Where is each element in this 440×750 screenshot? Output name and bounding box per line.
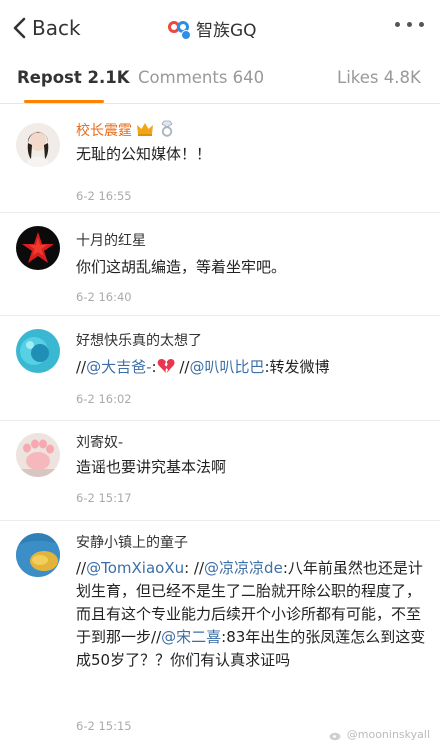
broken-heart-icon — [157, 358, 175, 381]
weibo-logo-icon — [329, 732, 341, 740]
user-name[interactable]: 刘寄奴- — [76, 432, 123, 452]
chevron-left-icon — [13, 17, 26, 39]
list-item[interactable]: 校长震霆 无耻的公知媒体！！ 6-2 16:55 — [0, 105, 440, 213]
list-item[interactable]: 安静小镇上的童子 //@TomXiaoXu: //@凉凉凉de:八年前虽然也还是… — [0, 521, 440, 750]
tab-bar: Repost 2.1K Comments 640 Likes 4.8K — [0, 56, 440, 104]
mention-link[interactable]: @TomXiaoXu — [86, 559, 184, 577]
watermark: @mooninskyall — [329, 728, 430, 741]
avatar[interactable] — [16, 226, 60, 270]
avatar[interactable] — [16, 433, 60, 477]
more-options-icon[interactable] — [395, 22, 424, 27]
tab-repost[interactable]: Repost 2.1K — [17, 68, 130, 87]
list-item[interactable]: 刘寄奴- 造谣也要讲究基本法啊 6-2 15:17 — [0, 421, 440, 521]
tab-comments[interactable]: Comments 640 — [138, 68, 264, 87]
mention-link[interactable]: @凉凉凉de — [204, 559, 283, 577]
gq-logo-icon — [168, 17, 191, 40]
avatar[interactable] — [16, 329, 60, 373]
user-name[interactable]: 安静小镇上的童子 — [76, 532, 188, 552]
repost-text: 造谣也要讲究基本法啊 — [76, 458, 227, 476]
mention-link[interactable]: @叭叭比巴 — [189, 358, 264, 376]
timestamp: 6-2 15:17 — [76, 491, 132, 505]
back-button[interactable]: Back — [12, 12, 81, 44]
user-name[interactable]: 十月的红星 — [76, 230, 146, 250]
timestamp: 6-2 16:55 — [76, 189, 132, 203]
repost-text: 你们这胡乱编造，等着坐牢吧。 — [76, 258, 287, 276]
top-bar: Back 智族GQ — [0, 0, 440, 56]
user-name[interactable]: 好想快乐真的太想了 — [76, 330, 202, 350]
timestamp: 6-2 16:40 — [76, 290, 132, 304]
crown-icon — [136, 121, 154, 141]
repost-text: 无耻的公知媒体！！ — [76, 145, 212, 163]
account-title[interactable]: 智族GQ — [168, 14, 257, 42]
timestamp: 6-2 16:02 — [76, 392, 132, 406]
mention-link[interactable]: @大吉爸- — [86, 358, 151, 376]
avatar[interactable] — [16, 123, 60, 167]
repost-text: //@大吉爸-: //@叭叭比巴:转发微博 — [76, 356, 426, 381]
tab-likes[interactable]: Likes 4.8K — [337, 68, 421, 87]
mention-link[interactable]: @宋二喜 — [161, 628, 221, 646]
page-title: 智族GQ — [196, 20, 257, 41]
list-item[interactable]: 十月的红星 你们这胡乱编造，等着坐牢吧。 6-2 16:40 — [0, 213, 440, 316]
timestamp: 6-2 15:15 — [76, 719, 132, 733]
active-tab-indicator — [24, 100, 104, 103]
diamond-ring-icon — [159, 119, 175, 141]
repost-text: //@TomXiaoXu: //@凉凉凉de:八年前虽然也还是计划生育，但已经不… — [76, 559, 426, 669]
list-item[interactable]: 好想快乐真的太想了 //@大吉爸-: //@叭叭比巴:转发微博 6-2 16:0… — [0, 316, 440, 421]
user-name[interactable]: 校长震霆 — [76, 119, 175, 141]
avatar[interactable] — [16, 533, 60, 577]
back-label: Back — [32, 16, 81, 40]
